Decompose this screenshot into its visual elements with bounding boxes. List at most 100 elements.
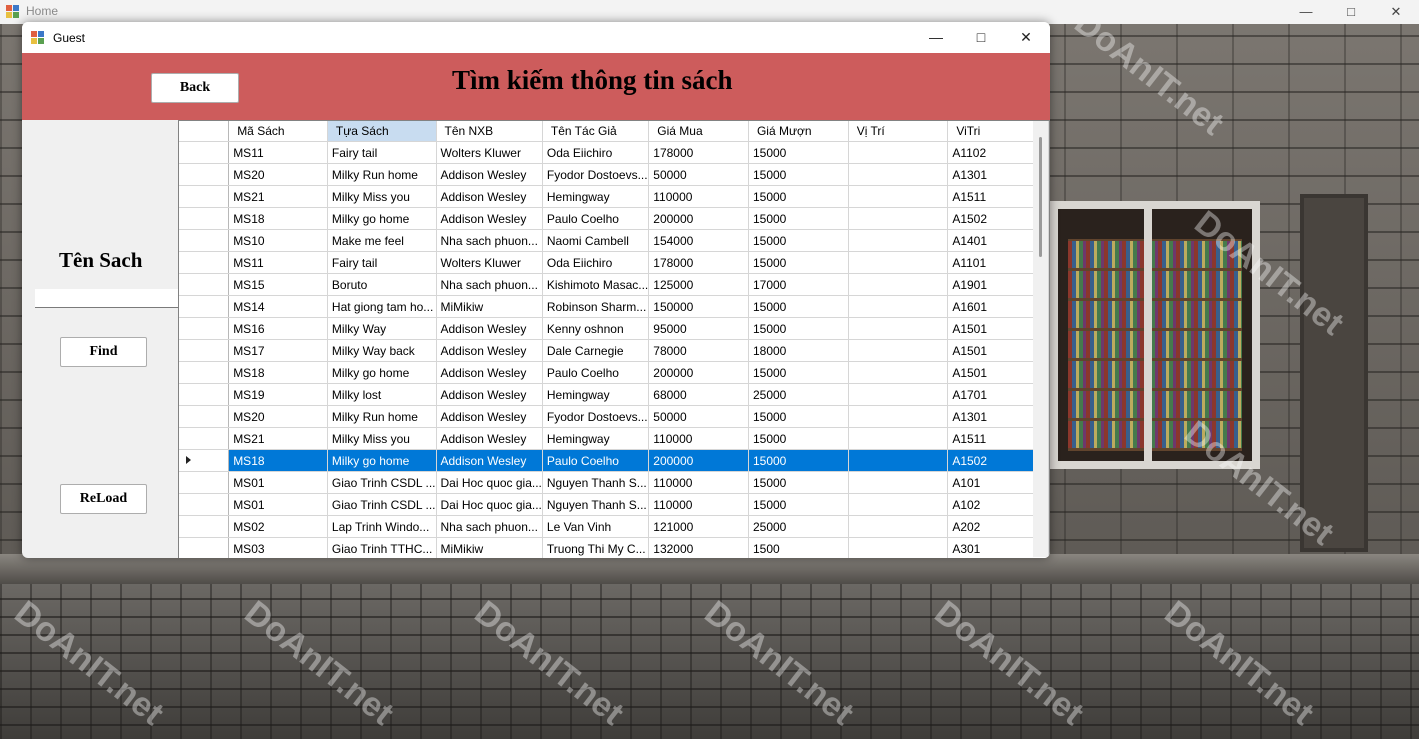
table-cell[interactable]: Hemingway xyxy=(542,427,650,450)
table-cell[interactable] xyxy=(848,251,949,274)
table-row[interactable]: MS20 Milky Run home Addison Wesley Fyodor D… xyxy=(179,405,1049,428)
table-cell[interactable]: Addison Wesley xyxy=(436,339,543,362)
row-header[interactable] xyxy=(179,515,230,538)
table-cell[interactable] xyxy=(848,515,949,538)
column-header[interactable]: Giá Mua xyxy=(648,121,749,142)
row-header[interactable] xyxy=(179,471,230,494)
table-cell[interactable] xyxy=(848,163,949,186)
table-cell[interactable]: 121000 xyxy=(648,515,749,538)
row-header[interactable] xyxy=(179,449,230,472)
table-cell[interactable]: 15000 xyxy=(748,251,849,274)
table-cell[interactable]: 110000 xyxy=(648,471,749,494)
table-cell[interactable]: 15000 xyxy=(748,295,849,318)
table-row[interactable]: MS18 Milky go home Addison Wesley Paulo Coe… xyxy=(179,449,1049,472)
table-cell[interactable]: MS17 xyxy=(228,339,328,362)
table-row[interactable]: MS18 Milky go home Addison Wesley Paulo Coe… xyxy=(179,361,1049,384)
table-cell[interactable]: Nha sach phuon... xyxy=(436,273,543,296)
table-cell[interactable]: MS20 xyxy=(228,163,328,186)
book-name-input[interactable] xyxy=(35,289,181,308)
table-cell[interactable]: Kenny oshnon xyxy=(542,317,650,340)
table-row[interactable]: MS16 Milky Way Addison Wesley Kenny oshnon 9… xyxy=(179,317,1049,340)
guest-minimize-button[interactable]: — xyxy=(913,22,959,53)
table-row[interactable]: MS17 Milky Way back Addison Wesley Dale Car… xyxy=(179,339,1049,362)
books-grid[interactable]: Mã Sách Tựa Sách Tên NXB Tên Tác Giả Giá… xyxy=(178,120,1050,558)
table-cell[interactable]: Fairy tail xyxy=(327,141,437,164)
table-cell[interactable] xyxy=(848,295,949,318)
table-cell[interactable]: 200000 xyxy=(648,207,749,230)
table-cell[interactable]: Hemingway xyxy=(542,383,650,406)
table-row[interactable]: MS03 Giao Trinh TTHC... MiMikiw Truong Thi … xyxy=(179,537,1049,558)
table-cell[interactable]: Fyodor Dostoevs... xyxy=(542,163,650,186)
table-cell[interactable]: 25000 xyxy=(748,515,849,538)
table-cell[interactable]: MiMikiw xyxy=(436,537,543,558)
column-header[interactable]: Vị Trí xyxy=(848,121,949,142)
table-cell[interactable]: 178000 xyxy=(648,141,749,164)
reload-button[interactable]: ReLoad xyxy=(60,484,147,514)
table-cell[interactable]: Nha sach phuon... xyxy=(436,515,543,538)
table-cell[interactable]: MS11 xyxy=(228,141,328,164)
minimize-button[interactable]: — xyxy=(1283,0,1329,24)
table-cell[interactable]: 132000 xyxy=(648,537,749,558)
table-cell[interactable]: Milky Run home xyxy=(327,405,437,428)
table-cell[interactable]: Paulo Coelho xyxy=(542,449,650,472)
close-button[interactable]: ✕ xyxy=(1373,0,1419,24)
table-row[interactable]: MS10 Make me feel Nha sach phuon... Naomi C… xyxy=(179,229,1049,252)
table-cell[interactable]: Truong Thi My C... xyxy=(542,537,650,558)
table-cell[interactable]: 15000 xyxy=(748,207,849,230)
table-cell[interactable]: 25000 xyxy=(748,383,849,406)
table-cell[interactable] xyxy=(848,449,949,472)
table-cell[interactable]: 17000 xyxy=(748,273,849,296)
table-row[interactable]: MS11 Fairy tail Wolters Kluwer Oda Eiichiro… xyxy=(179,251,1049,274)
table-cell[interactable]: 15000 xyxy=(748,405,849,428)
table-cell[interactable]: MS10 xyxy=(228,229,328,252)
table-cell[interactable]: 95000 xyxy=(648,317,749,340)
column-header[interactable]: Tựa Sách xyxy=(327,121,437,142)
table-cell[interactable]: Milky Miss you xyxy=(327,185,437,208)
table-row[interactable]: MS20 Milky Run home Addison Wesley Fyodor D… xyxy=(179,163,1049,186)
column-header[interactable]: Giá Mượn xyxy=(748,121,849,142)
row-header[interactable] xyxy=(179,251,230,274)
table-cell[interactable]: Milky Run home xyxy=(327,163,437,186)
table-cell[interactable]: Addison Wesley xyxy=(436,163,543,186)
column-header[interactable]: Mã Sách xyxy=(228,121,328,142)
table-cell[interactable]: MS14 xyxy=(228,295,328,318)
table-cell[interactable]: 110000 xyxy=(648,185,749,208)
table-cell[interactable]: 125000 xyxy=(648,273,749,296)
table-cell[interactable]: MS21 xyxy=(228,185,328,208)
table-cell[interactable]: Naomi Cambell xyxy=(542,229,650,252)
table-cell[interactable]: Milky go home xyxy=(327,449,437,472)
table-cell[interactable]: Make me feel xyxy=(327,229,437,252)
table-cell[interactable]: Dai Hoc quoc gia... xyxy=(436,493,543,516)
table-cell[interactable]: Dai Hoc quoc gia... xyxy=(436,471,543,494)
table-cell[interactable]: 150000 xyxy=(648,295,749,318)
table-cell[interactable]: Robinson Sharm... xyxy=(542,295,650,318)
table-cell[interactable]: Wolters Kluwer xyxy=(436,141,543,164)
table-cell[interactable]: Milky Miss you xyxy=(327,427,437,450)
table-cell[interactable]: MS18 xyxy=(228,449,328,472)
table-cell[interactable]: 15000 xyxy=(748,141,849,164)
table-cell[interactable] xyxy=(848,273,949,296)
guest-close-button[interactable]: ✕ xyxy=(1003,22,1049,53)
table-cell[interactable]: 200000 xyxy=(648,361,749,384)
row-header[interactable] xyxy=(179,295,230,318)
table-cell[interactable] xyxy=(848,317,949,340)
row-header[interactable] xyxy=(179,141,230,164)
table-cell[interactable]: Addison Wesley xyxy=(436,383,543,406)
table-cell[interactable]: Nguyen Thanh S... xyxy=(542,493,650,516)
table-cell[interactable]: 15000 xyxy=(748,449,849,472)
row-header[interactable] xyxy=(179,361,230,384)
table-cell[interactable]: MS01 xyxy=(228,471,328,494)
table-cell[interactable]: Addison Wesley xyxy=(436,207,543,230)
table-cell[interactable]: 15000 xyxy=(748,185,849,208)
table-cell[interactable]: MS16 xyxy=(228,317,328,340)
table-cell[interactable]: Milky Way back xyxy=(327,339,437,362)
table-cell[interactable]: Addison Wesley xyxy=(436,185,543,208)
vertical-scrollbar[interactable] xyxy=(1033,121,1048,557)
table-cell[interactable]: 15000 xyxy=(748,361,849,384)
table-cell[interactable]: Addison Wesley xyxy=(436,405,543,428)
table-cell[interactable] xyxy=(848,537,949,558)
table-cell[interactable] xyxy=(848,493,949,516)
table-cell[interactable]: Addison Wesley xyxy=(436,427,543,450)
row-header[interactable] xyxy=(179,493,230,516)
table-cell[interactable]: 50000 xyxy=(648,163,749,186)
